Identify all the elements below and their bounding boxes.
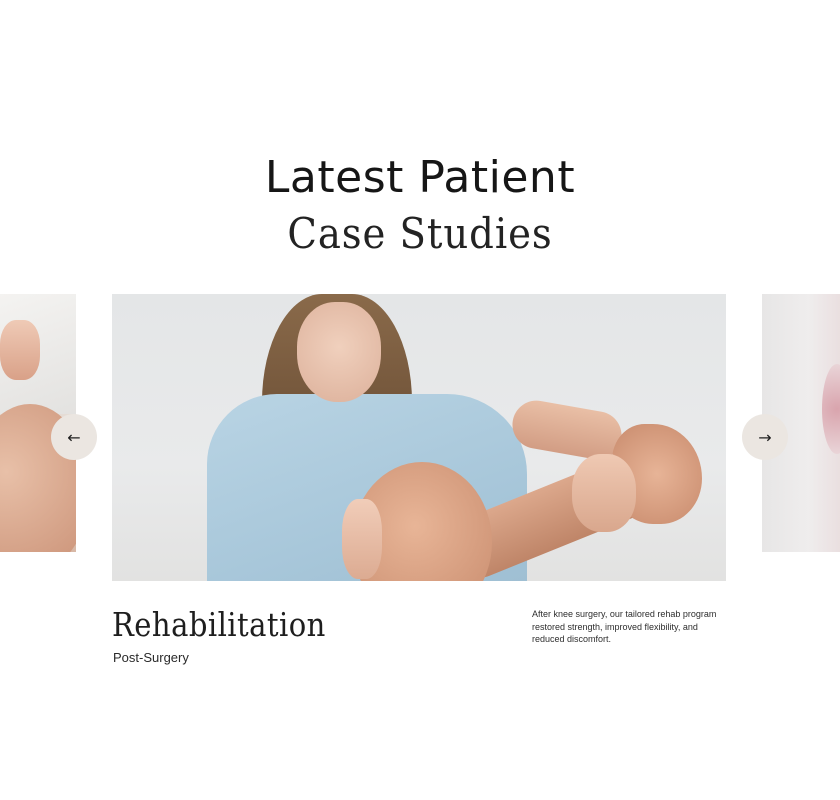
case-description: After knee surgery, our tailored rehab p… (532, 609, 717, 644)
heading-subtitle: Case Studies (287, 209, 553, 258)
slide-photo-hand (0, 320, 40, 380)
arrow-right-icon: → (758, 427, 772, 447)
case-title: Rehabilitation (112, 605, 326, 644)
section-heading: Latest Patient Case Studies (0, 150, 840, 260)
photo-therapist-hand-knee (342, 499, 382, 579)
slide-photo-detail (822, 364, 840, 454)
case-subtitle: Post-Surgery (113, 650, 189, 665)
arrow-left-icon: ← (67, 427, 81, 447)
carousel-next-button[interactable]: → (742, 414, 788, 460)
carousel-slide-active[interactable] (112, 294, 726, 581)
photo-therapist-face (297, 302, 381, 402)
carousel-prev-button[interactable]: ← (51, 414, 97, 460)
heading-title: Latest Patient (264, 152, 576, 203)
photo-therapist-hand (572, 454, 636, 532)
